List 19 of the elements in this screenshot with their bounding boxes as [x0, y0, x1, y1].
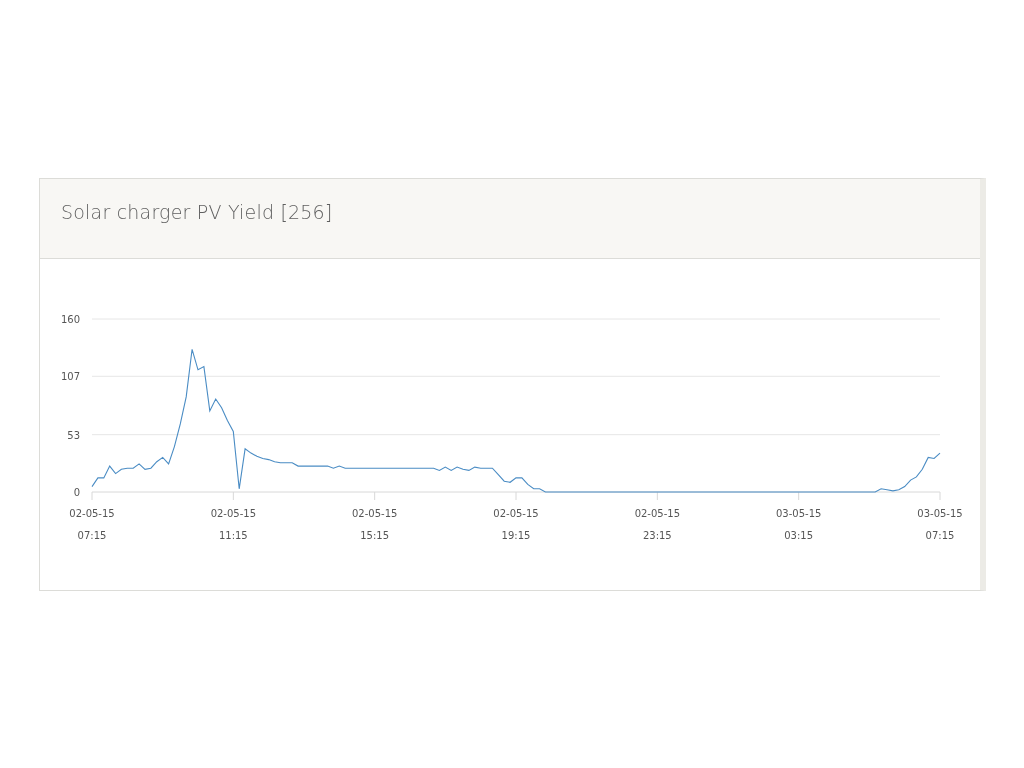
axis-label: 03:15: [784, 530, 814, 541]
axis-label: 53: [67, 429, 80, 441]
axis-label: 02-05-15: [351, 508, 398, 519]
axis-label: 02-05-15: [210, 508, 257, 519]
axis-label: 107: [60, 371, 80, 383]
axis-label: 23:15: [642, 530, 672, 541]
axis-label: 02-05-15: [634, 508, 681, 519]
axis-label: 07:15: [77, 530, 107, 541]
axis-label: 19:15: [501, 530, 531, 541]
axis-label: 02-05-15: [69, 508, 115, 519]
axis-label: 0: [73, 487, 80, 498]
axis-label: 03-05-15: [775, 508, 822, 519]
axis-label: 160: [60, 314, 80, 325]
axis-label: 11:15: [218, 530, 248, 541]
axis-label: 03-05-15: [917, 508, 963, 519]
axis-label: 02-05-15: [493, 508, 539, 519]
axis-label: 15:15: [360, 530, 390, 541]
axis-label: 07:15: [925, 530, 955, 541]
chart-title: Solar charger PV Yield [256]: [61, 201, 333, 223]
